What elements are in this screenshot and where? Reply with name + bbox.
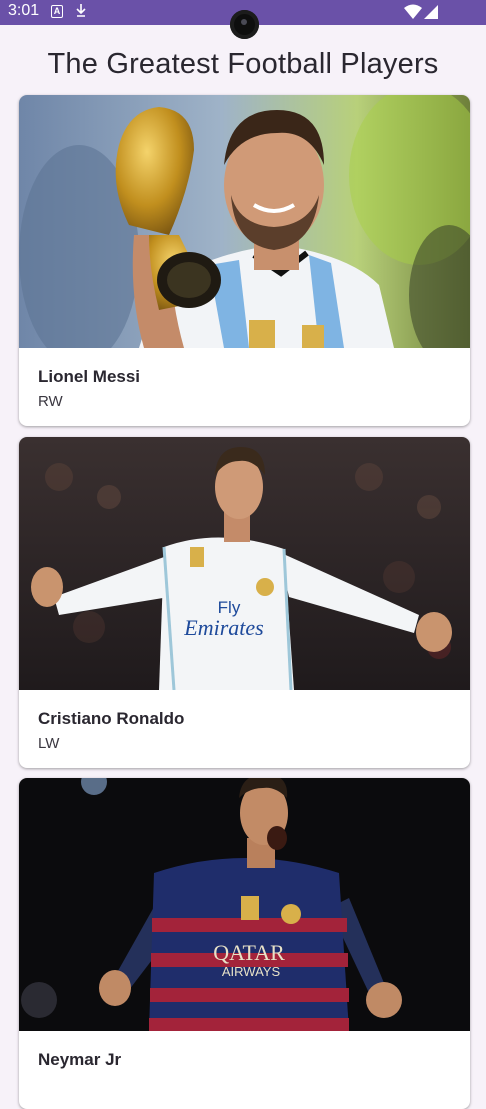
signal-icon xyxy=(424,5,438,19)
download-icon xyxy=(76,4,86,17)
status-time: 3:01 xyxy=(8,2,40,19)
camera-cutout xyxy=(230,10,259,39)
player-card[interactable]: Fly Emirates Cristiano Ronaldo LW xyxy=(19,437,470,768)
sponsor-text: AIRWAYS xyxy=(222,964,281,979)
wifi-icon xyxy=(404,4,422,19)
player-name: Lionel Messi xyxy=(38,367,141,386)
player-position: RW xyxy=(38,393,63,410)
player-card[interactable]: Lionel Messi RW xyxy=(19,95,470,426)
player-photo: QATAR AIRWAYS xyxy=(19,778,470,1031)
player-name: Neymar Jr xyxy=(38,1050,122,1069)
page-title: The Greatest Football Players xyxy=(47,48,439,80)
a-notification-icon: A xyxy=(51,5,63,18)
player-name: Cristiano Ronaldo xyxy=(38,709,185,728)
sponsor-text: QATAR xyxy=(213,940,285,965)
player-card[interactable]: QATAR AIRWAYS Neymar Jr xyxy=(19,778,470,1109)
player-photo xyxy=(19,95,470,348)
player-position: LW xyxy=(38,735,60,752)
sponsor-text: Emirates xyxy=(183,615,263,640)
player-photo: Fly Emirates xyxy=(19,437,470,690)
